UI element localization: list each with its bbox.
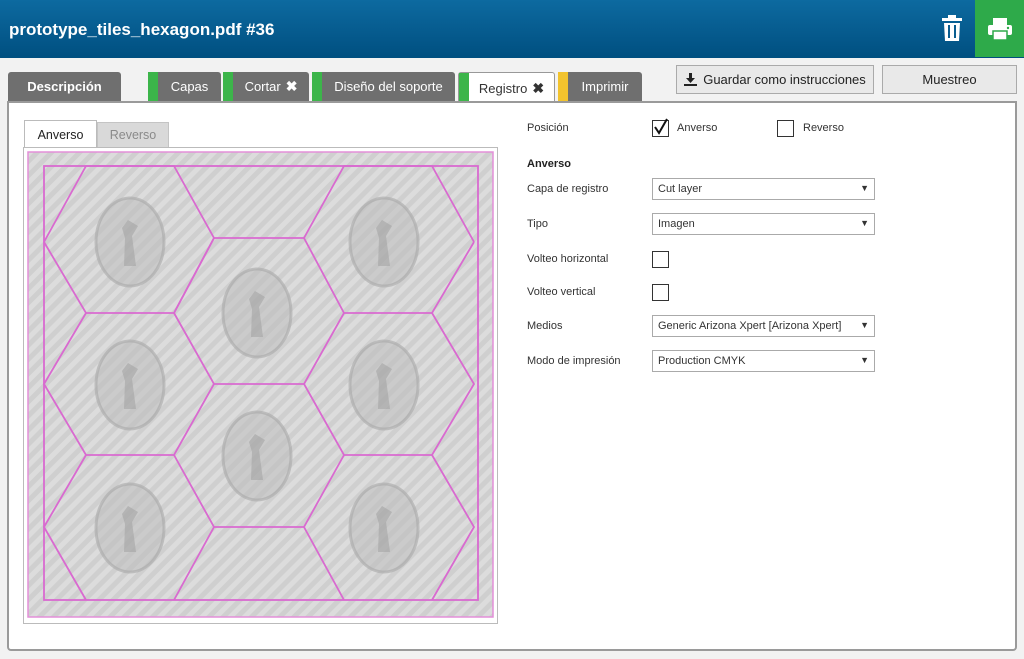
print-mode-value: Production CMYK (658, 355, 746, 367)
delete-button[interactable] (934, 10, 970, 46)
app-header: prototype_tiles_hexagon.pdf #36 (0, 0, 1024, 58)
tab-label: Capas (170, 79, 209, 94)
document-title: prototype_tiles_hexagon.pdf #36 (9, 20, 275, 39)
hflip-label: Volteo horizontal (527, 253, 609, 265)
status-marker (558, 72, 568, 101)
tab-label: Cortar (244, 79, 281, 94)
tab-imprimir[interactable]: Imprimir (558, 72, 642, 101)
type-value: Imagen (658, 218, 695, 230)
status-marker (148, 72, 158, 101)
dropdown-arrow-icon: ▼ (860, 218, 869, 228)
reg-layer-value: Cut layer (658, 183, 703, 195)
section-title: Anverso (527, 158, 572, 170)
preview-tab-label: Reverso (109, 128, 157, 142)
trash-icon (942, 15, 962, 41)
checkmark-icon (654, 118, 668, 135)
preview-tab-label: Anverso (37, 127, 84, 142)
dropdown-arrow-icon: ▼ (860, 355, 869, 365)
dropdown-arrow-icon: ▼ (860, 320, 869, 330)
position-label: Posición (527, 122, 569, 134)
type-select[interactable]: Imagen ▼ (652, 213, 875, 235)
vflip-checkbox[interactable] (652, 284, 669, 301)
status-marker (459, 73, 469, 103)
back-checkbox[interactable] (777, 120, 794, 137)
reg-layer-label: Capa de registro (527, 183, 609, 195)
printer-icon (987, 17, 1012, 41)
preview-tab-back[interactable]: Reverso (97, 122, 169, 148)
back-checkbox-label: Reverso (803, 122, 844, 134)
type-label: Tipo (527, 218, 548, 230)
vflip-label: Volteo vertical (527, 286, 596, 298)
front-checkbox[interactable] (652, 118, 669, 137)
print-mode-label: Modo de impresión (527, 355, 621, 367)
tab-label: Diseño del soporte (334, 79, 443, 94)
download-icon (684, 73, 698, 86)
preview-area (23, 147, 498, 624)
print-mode-select[interactable]: Production CMYK ▼ (652, 350, 875, 372)
tab-label: Imprimir (581, 79, 629, 94)
save-button-label: Guardar como instrucciones (703, 72, 866, 87)
sample-button-label: Muestreo (922, 72, 977, 87)
dropdown-arrow-icon: ▼ (860, 183, 869, 193)
front-checkbox-label: Anverso (677, 122, 718, 134)
print-button[interactable] (975, 0, 1024, 57)
sample-button[interactable]: Muestreo (882, 65, 1017, 94)
media-value: Generic Arizona Xpert [Arizona Xpert] (658, 320, 842, 332)
media-label: Medios (527, 320, 563, 332)
media-select[interactable]: Generic Arizona Xpert [Arizona Xpert] ▼ (652, 315, 875, 337)
tab-label: Descripción (27, 79, 102, 94)
tile-preview-image (27, 151, 494, 618)
hflip-checkbox[interactable] (652, 251, 669, 268)
status-marker (312, 72, 322, 101)
tab-capas[interactable]: Capas (148, 72, 221, 101)
preview-tab-front[interactable]: Anverso (24, 120, 97, 148)
tab-descripcion[interactable]: Descripción (8, 72, 121, 101)
close-icon[interactable]: ✖ (532, 80, 544, 97)
reg-layer-select[interactable]: Cut layer ▼ (652, 178, 875, 200)
close-icon[interactable]: ✖ (286, 78, 298, 95)
status-marker (223, 72, 233, 101)
tab-cortar[interactable]: Cortar ✖ (223, 72, 309, 101)
tab-registro[interactable]: Registro ✖ (458, 72, 555, 103)
tab-diseno-soporte[interactable]: Diseño del soporte (312, 72, 455, 101)
tab-label: Registro (478, 80, 528, 96)
save-as-instructions-button[interactable]: Guardar como instrucciones (676, 65, 874, 94)
